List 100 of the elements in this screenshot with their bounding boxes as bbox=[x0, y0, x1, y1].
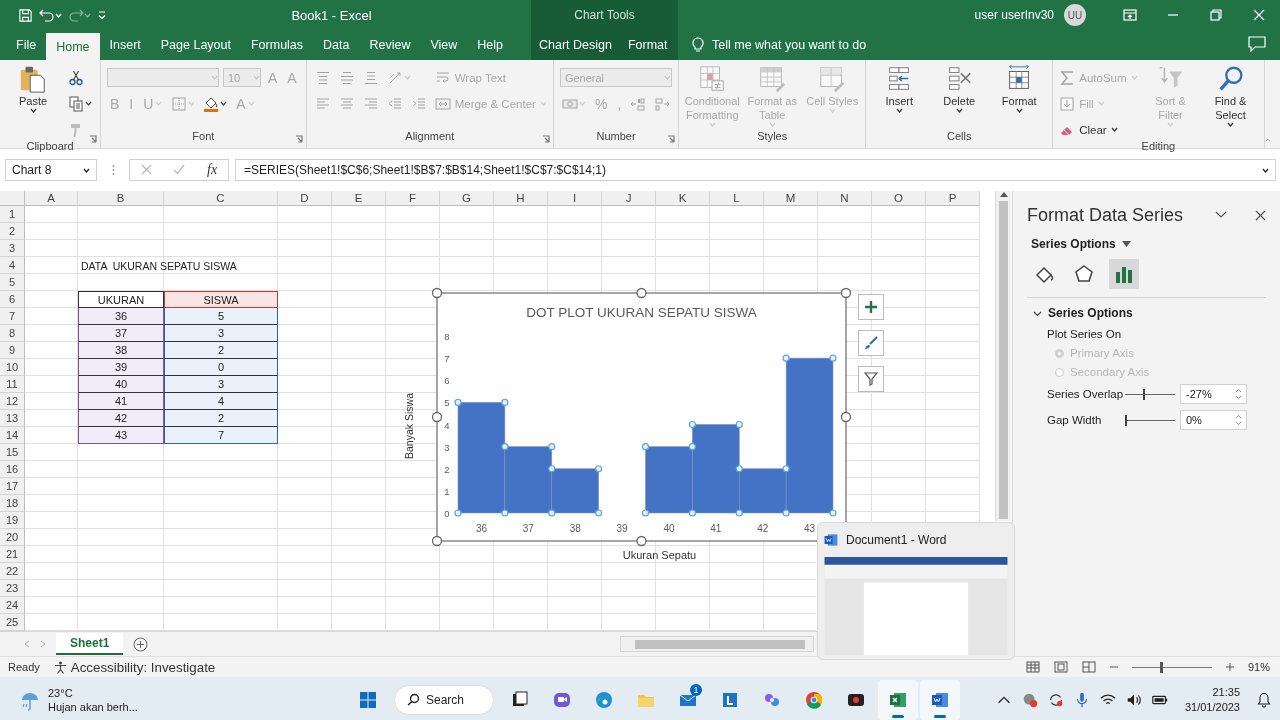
column-header[interactable]: J bbox=[602, 191, 656, 206]
group-label: Styles bbox=[756, 130, 789, 144]
group-label: Clipboard bbox=[25, 140, 75, 152]
accessibility-button[interactable]: Accessibility: Investigate bbox=[53, 659, 216, 675]
row-header[interactable]: 2 bbox=[0, 223, 25, 240]
ribbon-tab[interactable]: Formulas bbox=[240, 30, 314, 60]
table-cell: 5 bbox=[164, 308, 278, 325]
row-header[interactable]: 21 bbox=[0, 546, 25, 563]
ribbon-tab[interactable]: Page Layout bbox=[150, 30, 241, 60]
row-header[interactable]: 14 bbox=[0, 427, 25, 444]
row-header[interactable]: 7 bbox=[0, 308, 25, 325]
row-header[interactable]: 9 bbox=[0, 342, 25, 359]
ribbon-tab[interactable]: Insert bbox=[99, 30, 151, 60]
ribbon-tab[interactable]: Chart Design bbox=[531, 30, 620, 60]
taskbar-app[interactable]: 1 bbox=[668, 679, 708, 720]
tell-me-search[interactable]: Tell me what you want to do bbox=[692, 37, 867, 53]
table-cell: 3 bbox=[164, 325, 278, 342]
row-header[interactable]: 18 bbox=[0, 495, 25, 512]
table-cell: 4 bbox=[164, 393, 278, 410]
row-header[interactable]: 4 bbox=[0, 257, 25, 274]
insert-function-button[interactable]: fx bbox=[207, 162, 218, 178]
row-header[interactable]: 22 bbox=[0, 563, 25, 580]
user-avatar[interactable]: UU bbox=[1064, 4, 1086, 26]
row-header[interactable]: 8 bbox=[0, 325, 25, 342]
column-header[interactable]: A bbox=[25, 191, 78, 206]
ribbon-button[interactable]: Clear bbox=[1059, 119, 1118, 140]
chart-title[interactable]: DOT PLOT UKURAN SEPATU SISWA bbox=[526, 305, 757, 320]
axis-tick-label: 38 bbox=[569, 523, 581, 534]
pane-title: Format Data Series bbox=[1027, 204, 1185, 226]
section-header[interactable]: Series Options bbox=[1033, 306, 1266, 320]
row-header[interactable]: 3 bbox=[0, 240, 25, 257]
table-cell: 43 bbox=[78, 427, 164, 444]
search-button[interactable]: Search bbox=[394, 684, 494, 715]
column-header[interactable]: B bbox=[78, 191, 164, 206]
ribbon-tab[interactable]: Review bbox=[359, 30, 421, 60]
field-label: Gap Width bbox=[1047, 414, 1103, 426]
row-header[interactable]: 12 bbox=[0, 393, 25, 410]
window-preview-tooltip[interactable]: Document1 - Word bbox=[817, 522, 1015, 660]
zoom-level[interactable]: 91% bbox=[1247, 661, 1270, 673]
row-header[interactable]: 6 bbox=[0, 291, 25, 308]
column-header[interactable]: D bbox=[278, 191, 332, 206]
ribbon-button[interactable]: Insert bbox=[872, 64, 927, 113]
column-header[interactable]: E bbox=[332, 191, 386, 206]
preview-title: Document1 - Word bbox=[846, 532, 947, 547]
clock-time[interactable]: 21:35 bbox=[1212, 684, 1240, 700]
ribbon-button[interactable]: Find & Select bbox=[1203, 64, 1258, 127]
ribbon-tab[interactable]: File bbox=[6, 30, 47, 60]
axis-title[interactable]: Ukuran Sepatu bbox=[622, 549, 697, 561]
ribbon-tab[interactable]: Format bbox=[619, 30, 676, 60]
sheet-tab[interactable]: Sheet1 bbox=[56, 633, 124, 655]
row-header[interactable]: 24 bbox=[0, 597, 25, 614]
ribbon-button[interactable]: Delete bbox=[932, 64, 987, 113]
table-cell: 40 bbox=[78, 376, 164, 393]
row-header[interactable]: 16 bbox=[0, 461, 25, 478]
column-header[interactable]: I bbox=[548, 191, 602, 206]
axis-title[interactable]: Banyak Siswa bbox=[403, 393, 415, 459]
row-header[interactable]: 13 bbox=[0, 410, 25, 427]
ribbon-tab[interactable]: Help bbox=[467, 30, 514, 60]
row-header[interactable]: 11 bbox=[0, 376, 25, 393]
ribbon-button[interactable]: Format bbox=[992, 64, 1047, 113]
user-name: user userInv30 bbox=[974, 8, 1054, 22]
column-header[interactable]: C bbox=[164, 191, 278, 206]
column-header[interactable]: P bbox=[926, 191, 980, 206]
axis-tick-label: 2 bbox=[444, 463, 450, 475]
row-header[interactable]: 19 bbox=[0, 512, 25, 529]
name-box[interactable]: Chart 8 bbox=[5, 159, 97, 181]
ribbon-tab[interactable]: View bbox=[420, 30, 468, 60]
column-header[interactable]: K bbox=[656, 191, 710, 206]
column-header[interactable]: O bbox=[872, 191, 926, 206]
row-header[interactable]: 15 bbox=[0, 444, 25, 461]
notification-badge: 1 bbox=[690, 683, 702, 696]
column-header[interactable]: L bbox=[710, 191, 764, 206]
column-header[interactable]: H bbox=[494, 191, 548, 206]
column-header[interactable]: M bbox=[764, 191, 818, 206]
row-header[interactable]: 5 bbox=[0, 274, 25, 291]
spin-field[interactable]: 0% bbox=[1180, 410, 1247, 430]
column-header[interactable]: N bbox=[818, 191, 872, 206]
table-cell: SISWA bbox=[164, 291, 278, 308]
table-cell: 38 bbox=[78, 342, 164, 359]
formula-field[interactable]: =SERIES(Sheet1!$C$6;Sheet1!$B$7:$B$14;Sheet1!$C$7:$C$14;1) bbox=[235, 159, 1276, 181]
axis-tick-label: 8 bbox=[444, 331, 450, 342]
ribbon-tab[interactable]: Home bbox=[46, 33, 100, 60]
axis-tick-label: 39 bbox=[616, 523, 628, 534]
row-header[interactable]: 10 bbox=[0, 359, 25, 376]
column-header[interactable]: F bbox=[386, 191, 440, 206]
options-dropdown[interactable]: Series Options bbox=[1031, 237, 1266, 251]
row-header[interactable]: 20 bbox=[0, 529, 25, 546]
context-label: Chart Tools bbox=[573, 8, 636, 22]
row-header[interactable]: 17 bbox=[0, 478, 25, 495]
column-header[interactable]: G bbox=[440, 191, 494, 206]
spin-field[interactable]: -27% bbox=[1180, 384, 1247, 404]
ribbon-button[interactable]: Paste bbox=[6, 64, 60, 113]
clock-date[interactable]: 31/01/2023 bbox=[1184, 699, 1240, 715]
group-label: Alignment bbox=[404, 130, 456, 144]
row-header[interactable]: 23 bbox=[0, 580, 25, 597]
table-cell: 7 bbox=[164, 427, 278, 444]
ribbon-tab[interactable]: Data bbox=[313, 30, 360, 60]
row-header[interactable]: 25 bbox=[0, 614, 25, 631]
row-header[interactable]: 1 bbox=[0, 206, 25, 223]
axis-tick-label: 41 bbox=[710, 523, 722, 534]
